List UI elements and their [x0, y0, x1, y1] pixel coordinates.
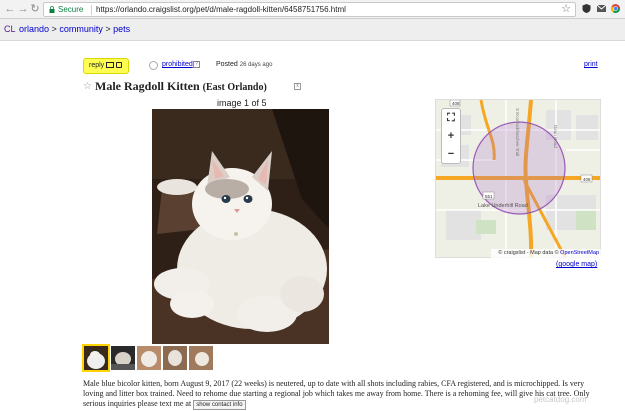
map-street-label: Lake Underhill Road — [478, 203, 528, 209]
main-photo[interactable] — [152, 109, 329, 344]
watermark: petcatdog.com — [534, 395, 587, 404]
map-attribution: © craigslist - Map data © OpenStreetMap — [491, 249, 601, 258]
breadcrumb-separator: > — [105, 24, 111, 34]
map-road-label-2: Dean Road — [553, 125, 558, 148]
shield-extension-icon[interactable] — [581, 3, 592, 14]
omnibox-divider — [91, 5, 92, 15]
craigslist-header: CL orlando > community > pets — [0, 19, 625, 41]
secure-label: Secure — [58, 5, 84, 14]
map-road-label-1: S Econlockhatchee Trail — [515, 108, 520, 156]
thumbnail-3[interactable] — [137, 346, 161, 370]
craigslist-logo[interactable]: CL — [4, 24, 16, 34]
reply-label: reply — [89, 62, 105, 69]
thumbnail-4[interactable] — [163, 346, 187, 370]
thumbnail-1[interactable] — [82, 344, 110, 372]
reply-button[interactable]: reply — [83, 58, 129, 74]
hide-posting-icon[interactable]: x — [294, 83, 301, 90]
url-text[interactable]: https://orlando.craigslist.org/pet/d/mal… — [96, 4, 346, 16]
print-link[interactable]: print — [584, 61, 598, 68]
route-shield-1: 408 — [452, 101, 460, 106]
address-bar[interactable]: Secure https://orlando.craigslist.org/pe… — [43, 2, 576, 17]
breadcrumb-community[interactable]: community — [59, 24, 103, 34]
posting-body-text: Male blue bicolor kitten, born August 9,… — [83, 379, 590, 408]
kitten-photo-image — [152, 109, 329, 344]
flag-icon[interactable]: ? — [193, 61, 200, 68]
zoom-out-button[interactable]: − — [442, 145, 460, 163]
zoom-in-button[interactable]: + — [442, 127, 460, 145]
browser-toolbar: ← → ↻ Secure https://orlando.craigslist.… — [0, 0, 625, 19]
breadcrumb-pets[interactable]: pets — [113, 24, 130, 34]
image-counter: image 1 of 5 — [217, 98, 267, 108]
favorite-toggle-icon[interactable] — [149, 61, 158, 70]
openstreetmap-link[interactable]: OpenStreetMap — [560, 250, 599, 256]
attribution-text: © craigslist - Map data © — [498, 250, 559, 256]
thumbnail-2[interactable] — [111, 346, 135, 370]
map-zoom-controls: ⛶ + − — [441, 108, 461, 164]
posting-title: Male Ragdoll Kitten (East Orlando) — [95, 79, 267, 94]
favorite-star-icon[interactable]: ☆ — [83, 81, 92, 92]
thumbnail-5[interactable] — [189, 346, 213, 370]
breadcrumb-separator: > — [51, 24, 57, 34]
posting-body: Male blue bicolor kitten, born August 9,… — [83, 379, 605, 410]
mail-extension-icon[interactable] — [596, 3, 607, 14]
envelope-icon — [106, 62, 115, 68]
posting-location: (East Orlando) — [202, 82, 267, 93]
phone-icon — [116, 62, 123, 68]
bookmark-star-icon[interactable]: ☆ — [561, 3, 571, 16]
fullscreen-icon[interactable]: ⛶ — [442, 109, 460, 127]
prohibited-link[interactable]: prohibited — [162, 61, 193, 68]
breadcrumb: orlando > community > pets — [19, 24, 130, 34]
back-icon[interactable]: ← — [4, 3, 16, 15]
posted-label: Posted — [216, 61, 238, 68]
lock-icon — [49, 6, 55, 13]
breadcrumb-orlando[interactable]: orlando — [19, 24, 49, 34]
thumbnail-strip — [82, 344, 218, 372]
posting-title-text: Male Ragdoll Kitten — [95, 79, 200, 93]
google-map-link[interactable]: (google map) — [556, 261, 597, 268]
forward-icon[interactable]: → — [17, 3, 29, 15]
route-shield-2: 408 — [583, 177, 591, 182]
show-contact-button[interactable]: show contact info — [193, 400, 246, 410]
google-map-label: (google map) — [556, 261, 598, 268]
posted-ago: 26 days ago — [239, 62, 273, 68]
chrome-menu-icon[interactable] — [610, 3, 621, 14]
posted-date: Posted 26 days ago — [216, 61, 272, 68]
route-shield-3: 551 — [485, 194, 493, 199]
reload-icon[interactable]: ↻ — [29, 3, 41, 15]
